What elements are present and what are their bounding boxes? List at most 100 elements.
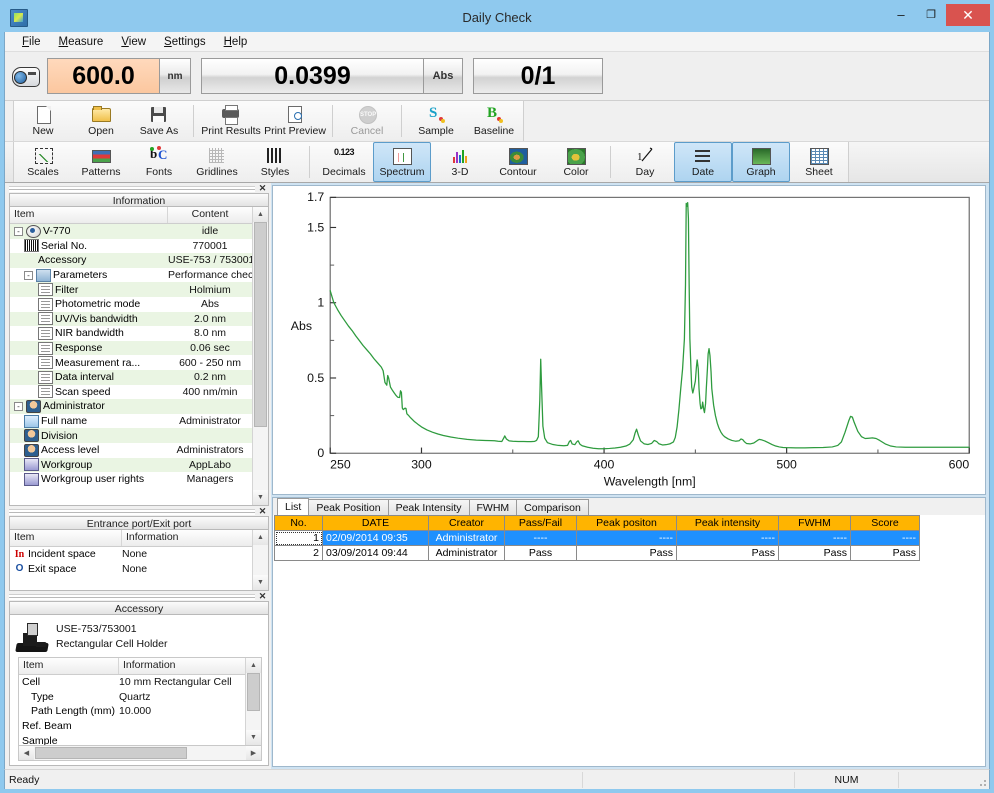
column-header[interactable]: Peak positon — [576, 515, 677, 531]
ports-scrollbar[interactable]: ▲ ▼ — [252, 530, 268, 590]
maximize-button[interactable]: ❐ — [916, 4, 946, 26]
tree-row[interactable]: - V-770 idle — [10, 224, 252, 239]
tab-list[interactable]: List — [277, 498, 310, 515]
table-row[interactable]: 2 03/09/2014 09:44 Administrator Pass Pass Pa… — [274, 545, 920, 561]
gridlines-button[interactable]: Gridlines — [188, 142, 246, 182]
tree-row[interactable]: Response 0.06 sec — [10, 340, 252, 356]
column-header[interactable]: FWHM — [778, 515, 851, 531]
table-cell[interactable]: Administrator — [428, 530, 505, 546]
tab-peak-intensity[interactable]: Peak Intensity — [387, 499, 470, 515]
table-cell[interactable]: ---- — [850, 530, 920, 546]
tree-row[interactable]: Division — [10, 428, 252, 443]
table-row[interactable]: Path Length (mm) 10.000 — [19, 704, 245, 719]
table-cell[interactable]: Pass — [850, 545, 920, 561]
fonts-button[interactable]: b C Fonts — [130, 142, 188, 182]
close-button[interactable]: ✕ — [946, 4, 990, 26]
print-results-button[interactable]: Print Results — [199, 101, 263, 141]
table-cell[interactable]: Administrator — [428, 545, 505, 561]
tree-row[interactable]: Workgroup AppLabo — [10, 457, 252, 473]
tree-expander[interactable]: - — [14, 226, 23, 236]
scroll-up-icon[interactable]: ▲ — [253, 530, 268, 545]
scroll-track[interactable] — [253, 545, 268, 575]
scroll-up-icon[interactable]: ▲ — [253, 207, 268, 222]
wavelength-value[interactable]: 600.0 — [47, 58, 159, 94]
table-cell[interactable]: ---- — [778, 530, 851, 546]
table-cell[interactable]: ---- — [576, 530, 677, 546]
column-header[interactable]: Creator — [428, 515, 505, 531]
tree-row[interactable]: - Parameters Performance check... — [10, 268, 252, 283]
tree-row[interactable]: Measurement ra... 600 - 250 nm — [10, 355, 252, 370]
baseline-button[interactable]: B Baseline — [465, 101, 523, 141]
scroll-up-icon[interactable]: ▲ — [246, 658, 261, 673]
scales-button[interactable]: Scales — [14, 142, 72, 182]
column-header[interactable]: Pass/Fail — [504, 515, 577, 531]
close-icon[interactable]: ✕ — [257, 592, 268, 601]
contour-button[interactable]: Contour — [489, 142, 547, 182]
scroll-thumb-h[interactable] — [35, 747, 187, 759]
resize-grip-icon[interactable] — [977, 776, 987, 787]
spectrum-button[interactable]: Spectrum — [373, 142, 431, 182]
scroll-down-icon[interactable]: ▼ — [253, 575, 268, 590]
tree-row[interactable]: Data interval 0.2 nm — [10, 369, 252, 385]
column-header[interactable]: Score — [850, 515, 920, 531]
ports-panel-grip[interactable]: ✕ — [9, 507, 269, 516]
table-row[interactable]: Type Quartz — [19, 690, 245, 705]
close-icon[interactable]: ✕ — [257, 184, 268, 193]
table-row[interactable]: Cell 10 mm Rectangular Cell — [19, 675, 245, 690]
sample-button[interactable]: S Sample — [407, 101, 465, 141]
accessory-panel-grip[interactable]: ✕ — [9, 592, 269, 601]
scroll-down-icon[interactable]: ▼ — [253, 490, 268, 505]
tree-row[interactable]: Workgroup user rights Managers — [10, 472, 252, 487]
table-cell[interactable]: Pass — [576, 545, 677, 561]
scroll-left-icon[interactable]: ◀ — [19, 746, 34, 760]
minimize-button[interactable]: – — [886, 4, 916, 26]
tree-row[interactable]: NIR bandwidth 8.0 nm — [10, 326, 252, 341]
scroll-down-icon[interactable]: ▼ — [246, 730, 261, 745]
status-resize-area[interactable] — [899, 772, 989, 788]
tree-row[interactable]: Accessory USE-753 / 753001 — [10, 253, 252, 268]
color-button[interactable]: Color — [547, 142, 605, 182]
open-button[interactable]: Open — [72, 101, 130, 141]
tree-row[interactable]: Scan speed 400 nm/min — [10, 385, 252, 400]
tree-expander[interactable]: - — [14, 401, 23, 411]
scroll-thumb[interactable] — [247, 673, 260, 711]
save-as-button[interactable]: Save As — [130, 101, 188, 141]
scroll-thumb[interactable] — [254, 222, 267, 427]
accessory-hscrollbar[interactable]: ◀ ▶ — [18, 746, 262, 761]
sheet-button[interactable]: Sheet — [790, 142, 848, 182]
tree-row[interactable]: Access level Administrators — [10, 443, 252, 458]
scroll-track[interactable] — [246, 673, 261, 730]
table-row[interactable]: O Exit space None — [10, 562, 252, 577]
new-button[interactable]: New — [14, 101, 72, 141]
table-cell[interactable]: 02/09/2014 09:35 — [322, 530, 429, 546]
menu-measure[interactable]: Measure — [50, 34, 113, 50]
table-cell[interactable]: 03/09/2014 09:44 — [322, 545, 429, 561]
table-cell[interactable]: Pass — [504, 545, 577, 561]
three-d-button[interactable]: 3-D — [431, 142, 489, 182]
tree-row[interactable]: Filter Holmium — [10, 282, 252, 297]
table-cell[interactable]: Pass — [778, 545, 851, 561]
graph-button[interactable]: Graph — [732, 142, 790, 182]
information-scrollbar[interactable]: ▲ ▼ — [252, 207, 268, 505]
tab-fwhm[interactable]: FWHM — [468, 499, 518, 515]
accessory-scrollbar[interactable]: ▲ ▼ — [245, 658, 261, 745]
cancel-button[interactable]: STOP Cancel — [338, 101, 396, 141]
results-table[interactable]: No. DATE Creator Pass/Fail Peak positon Peak … — [274, 515, 920, 561]
tab-peak-position[interactable]: Peak Position — [308, 499, 389, 515]
tree-row[interactable]: - Administrator — [10, 399, 252, 414]
print-preview-button[interactable]: Print Preview — [263, 101, 327, 141]
close-icon[interactable]: ✕ — [257, 507, 268, 516]
table-row[interactable]: In Incident space None — [10, 547, 252, 562]
spectrum-graph[interactable]: 0 0.5 1 1.5 1.7 250 300 400 500 600 Abs Wavelength … — [272, 185, 986, 495]
table-row[interactable]: 1 02/09/2014 09:35 Administrator ---- ---- --… — [274, 530, 920, 546]
menu-file[interactable]: File — [13, 34, 50, 50]
table-cell[interactable]: 2 — [274, 545, 323, 561]
tree-row[interactable]: Full name Administrator — [10, 414, 252, 429]
table-cell[interactable]: 1 — [274, 530, 323, 546]
decimals-button[interactable]: 0.123 Decimals — [315, 142, 373, 182]
patterns-button[interactable]: Patterns — [72, 142, 130, 182]
day-button[interactable]: 1 Day — [616, 142, 674, 182]
tree-expander[interactable]: - — [24, 270, 33, 280]
table-cell[interactable]: Pass — [676, 545, 779, 561]
column-header[interactable]: DATE — [322, 515, 429, 531]
